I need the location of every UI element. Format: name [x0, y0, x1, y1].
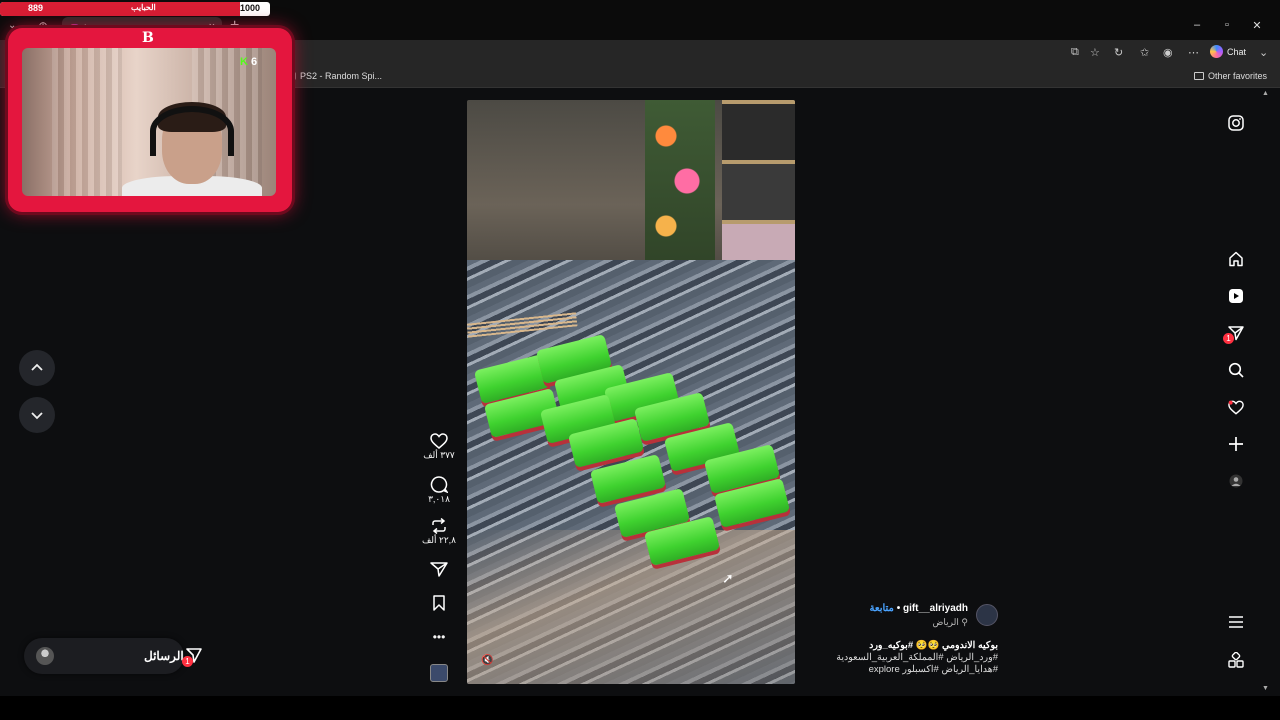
caption-line: بوكيه الاندومي 🥺🥺 #بوكيه_ورد [869, 640, 998, 651]
direct-badge: 1 [1223, 333, 1234, 344]
webcam-feed [22, 48, 276, 196]
score-label: الحبايب [131, 3, 156, 12]
caption-line: #هدايا_الرياض #اكسبلور explore [868, 664, 998, 675]
kick-viewers: K 6 [240, 56, 257, 68]
profile-icon[interactable]: ◉ [1163, 46, 1173, 59]
search-icon[interactable] [1226, 360, 1246, 380]
like-count: ٣٧٧ ألف [423, 450, 455, 460]
right-score: 1000 [240, 3, 261, 13]
channel-badge: B [142, 30, 154, 46]
more-icon[interactable]: ⋯ [1188, 46, 1199, 59]
author-username[interactable]: gift__alriyadh [903, 603, 968, 614]
notifications-heart-icon[interactable] [1226, 397, 1246, 417]
comment-button[interactable]: ٣,٠١٨ [421, 476, 457, 505]
location[interactable]: الرياض ⚲ [933, 617, 968, 628]
more-options-icon[interactable]: ••• [421, 630, 457, 644]
create-icon[interactable] [1226, 434, 1246, 454]
minimize-icon[interactable]: – [1190, 19, 1204, 31]
next-reel-button[interactable] [19, 397, 55, 433]
messages-badge: 1 [182, 656, 193, 667]
favorite-label: PS2 - Random Spi... [300, 71, 383, 81]
headset [150, 106, 234, 156]
favorites-icon[interactable]: ✩ [1140, 46, 1149, 59]
maximize-icon[interactable]: ▫ [1220, 19, 1234, 31]
muted-icon[interactable]: 🔇 [481, 655, 493, 666]
save-button[interactable] [421, 595, 457, 611]
author-line: متابعة • gift__alriyadh [870, 603, 968, 614]
share-button[interactable] [421, 561, 457, 577]
messages-label: الرسائل [144, 649, 184, 663]
curtain [52, 48, 122, 196]
open-app-icon[interactable]: ⧉ [1071, 46, 1079, 59]
location-pin-icon: ⚲ [961, 617, 968, 627]
comment-count: ٣,٠١٨ [428, 494, 450, 504]
scroll-down-icon[interactable]: ▼ [1262, 685, 1269, 692]
caption-line: #ورد_الرياض #المملكة_العربية_السعودية [836, 652, 998, 663]
copilot-icon [1210, 45, 1223, 58]
bottom-bar [0, 696, 1280, 720]
instagram-logo-icon[interactable] [1226, 113, 1246, 133]
repost-count: ٢٢,٨ ألف [421, 535, 457, 545]
chevron-up-icon [31, 363, 43, 371]
viewer-count: 6 [250, 56, 258, 68]
send-icon [430, 562, 448, 577]
location-label: الرياض [932, 617, 959, 627]
author-avatar[interactable] [976, 604, 998, 626]
close-window-icon[interactable]: ✕ [1250, 19, 1264, 32]
reel-video[interactable]: 🔇 [467, 100, 795, 684]
marble-highlight [467, 530, 795, 684]
caption: بوكيه الاندومي 🥺🥺 #بوكيه_ورد #ورد_الرياض… [778, 640, 998, 676]
comment-icon [430, 476, 448, 493]
favorite-star-icon[interactable]: ☆ [1090, 46, 1100, 59]
chat-label: Chat [1227, 46, 1247, 57]
bookmark-icon [433, 595, 445, 611]
mouse-cursor-icon: ➚ [722, 570, 734, 586]
heart-icon [430, 433, 448, 449]
like-button[interactable]: ٣٧٧ ألف [421, 433, 457, 461]
previous-reel-button[interactable] [19, 350, 55, 386]
kick-icon: K [240, 56, 248, 68]
extension-icon[interactable]: ↻ [1114, 46, 1123, 59]
other-favorites[interactable]: Other favorites [1194, 71, 1267, 81]
chevron-down-icon [31, 412, 43, 420]
repost-icon [432, 518, 446, 534]
other-favorites-label: Other favorites [1208, 71, 1268, 81]
messages-button[interactable]: الرسائل 1 [24, 638, 202, 674]
follow-link[interactable]: متابعة [870, 603, 894, 614]
stream-score-bar: 889 الحبايب 1000 [0, 2, 270, 16]
flower-display [645, 100, 715, 280]
scroll-up-icon[interactable]: ▲ [1262, 90, 1269, 97]
chevron-down-icon[interactable]: ⌄ [1259, 46, 1268, 59]
home-icon[interactable] [1226, 249, 1246, 269]
audio-thumbnail[interactable] [430, 664, 448, 682]
repost-button[interactable]: ٢٢,٨ ألف [421, 518, 457, 546]
avatar [36, 647, 54, 665]
favorite-link[interactable]: PS2 - Random Spi... [288, 71, 382, 81]
profile-avatar-icon[interactable] [1226, 471, 1246, 491]
copilot-chat-button[interactable]: Chat [1210, 45, 1246, 58]
folder-icon [1194, 72, 1204, 80]
reels-icon[interactable] [1226, 286, 1246, 306]
also-from-meta-icon[interactable] [1226, 650, 1246, 670]
menu-icon[interactable] [1226, 612, 1246, 632]
left-score: 889 [28, 3, 44, 13]
